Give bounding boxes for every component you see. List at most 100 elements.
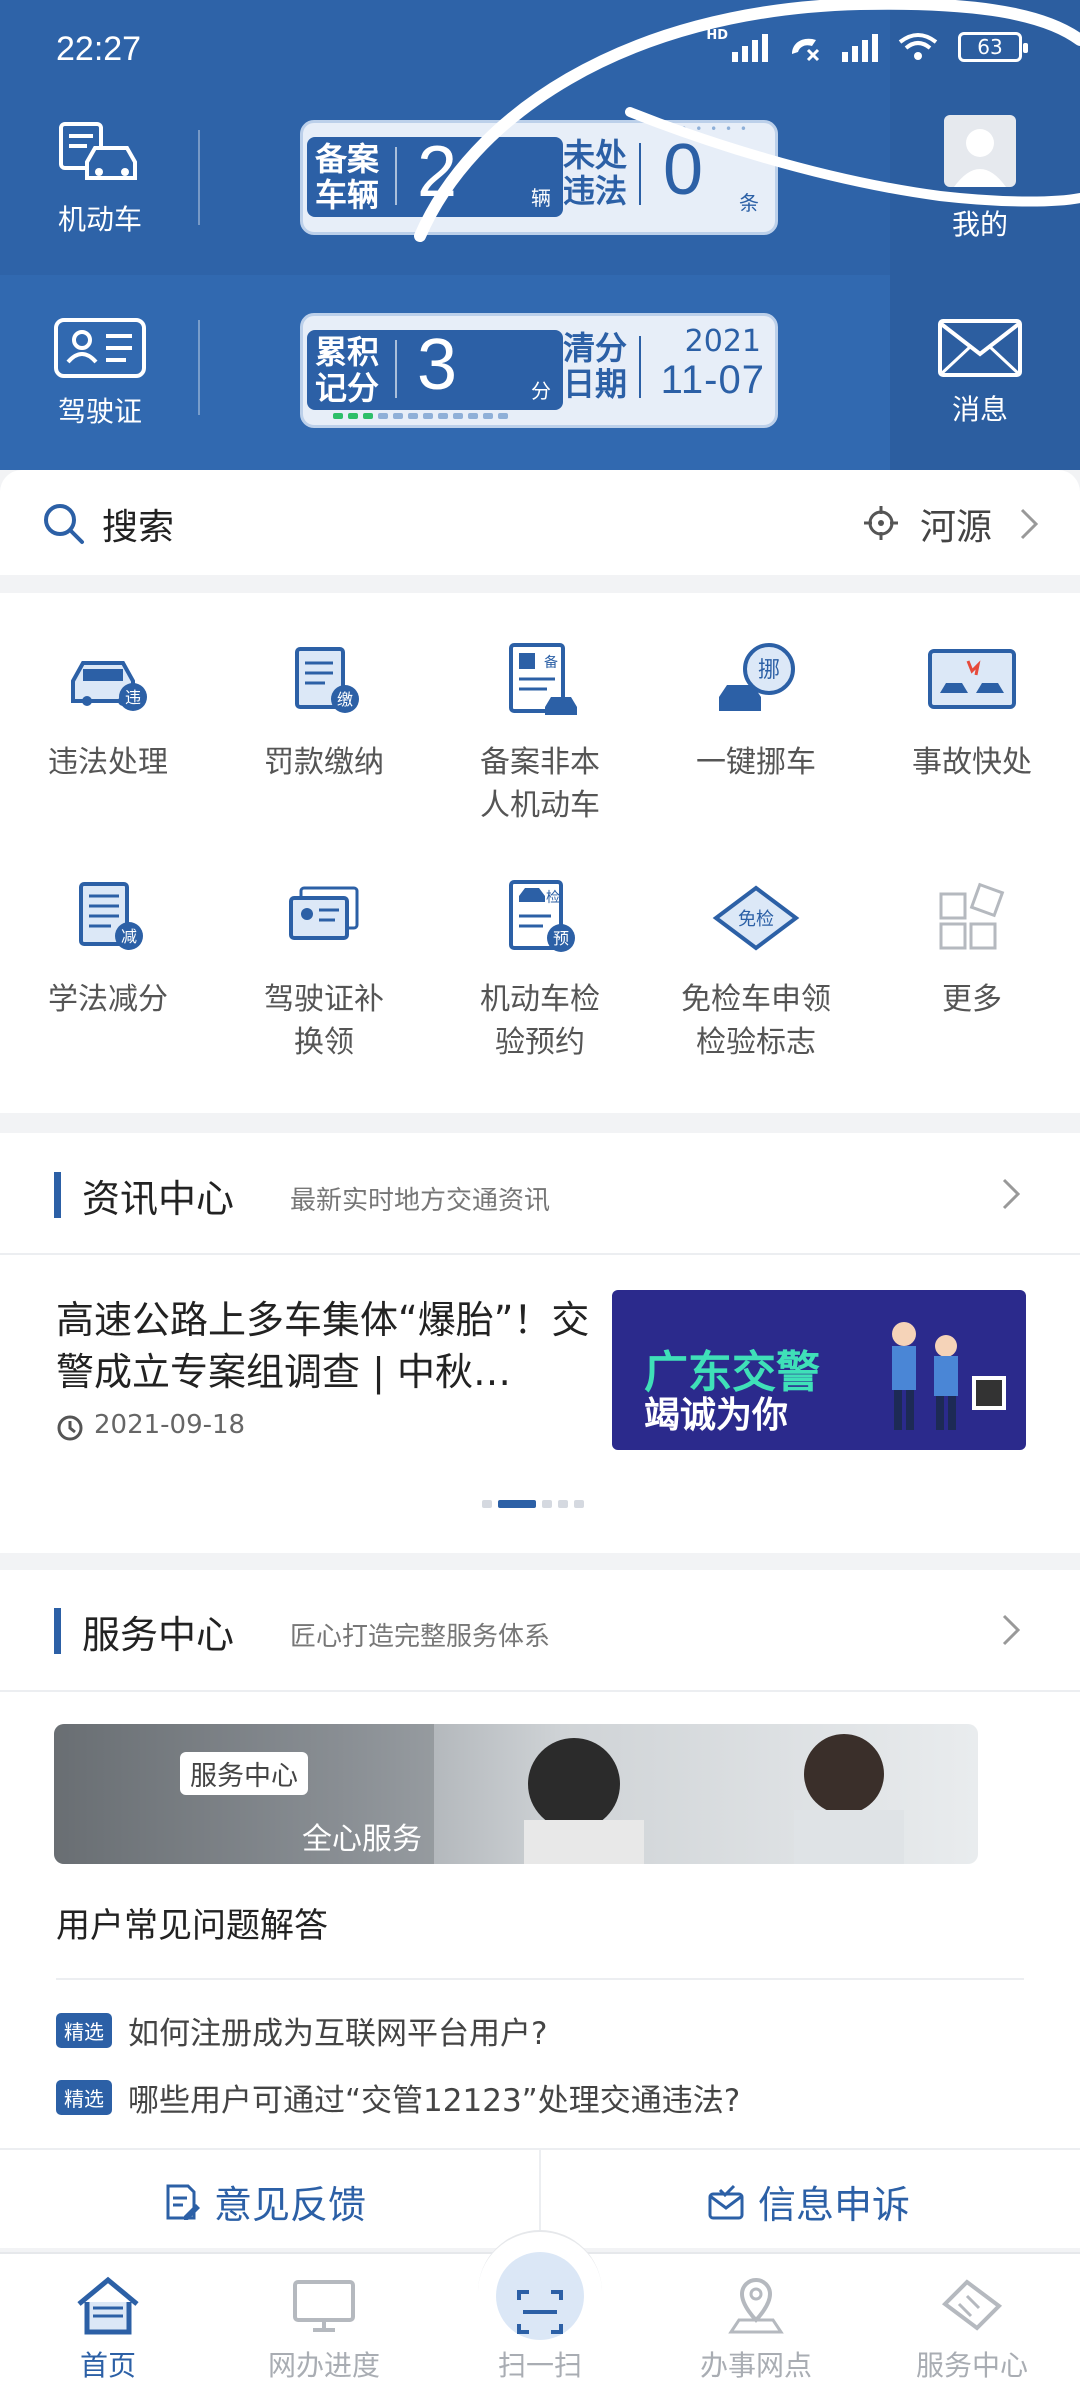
faq-question: 如何注册成为互联网平台用户? xyxy=(128,2016,548,2052)
nav-progress[interactable]: 网办进度 xyxy=(216,2274,432,2384)
unhandled-violations-label: 未处违法 xyxy=(563,136,628,210)
vehicle-button[interactable]: 机动车 xyxy=(20,118,180,238)
service-label: 一键挪车 xyxy=(696,745,816,780)
service-banner-line: 全心服务 xyxy=(302,1822,422,1857)
license-summary-plate[interactable]: 累积记分 3 分 清分日期 2021 11-07 xyxy=(300,313,778,428)
svg-text:检: 检 xyxy=(546,890,560,906)
faq-title: 用户常见问题解答 xyxy=(56,1906,328,1946)
appeal-label: 信息申诉 xyxy=(758,2183,911,2227)
svg-text:备: 备 xyxy=(544,654,558,671)
service-banner-tag: 服务中心 xyxy=(180,1752,308,1795)
service-label: 机动车检 验预约 xyxy=(480,982,600,1060)
license-renew-icon xyxy=(289,886,359,940)
avatar-icon xyxy=(954,129,1006,187)
svg-text:挪: 挪 xyxy=(758,658,780,683)
clock-icon xyxy=(57,1415,83,1441)
service-label: 更多 xyxy=(942,982,1002,1017)
nav-scan[interactable]: 扫一扫 xyxy=(432,2274,648,2384)
vehicle-summary-plate[interactable]: • • • • • • 备案车辆 2 辆 未处违法 0 条 xyxy=(300,120,778,235)
mail-icon xyxy=(938,319,1022,377)
chevron-right-icon[interactable] xyxy=(1000,1176,1022,1212)
service-more[interactable]: 更多 xyxy=(864,878,1080,1021)
status-bar: 22:27 HD 63 xyxy=(0,0,1080,105)
city-selector[interactable]: 河源 xyxy=(920,498,992,550)
move-car-icon: 挪 xyxy=(719,643,795,711)
svg-text:违: 违 xyxy=(125,688,141,707)
unhandled-violations-count: 0 xyxy=(663,130,704,210)
nav-home[interactable]: 首页 xyxy=(0,2274,216,2384)
svg-text:免检: 免检 xyxy=(738,909,774,930)
license-icon xyxy=(54,318,146,378)
status-icons: HD 63 xyxy=(706,28,1028,62)
fine-payment-icon: 缴 xyxy=(295,647,359,713)
more-icon xyxy=(939,882,1005,950)
chevron-right-icon xyxy=(1020,508,1039,540)
message-button[interactable]: 消息 xyxy=(902,318,1058,428)
service-label: 免检车申领 检验标志 xyxy=(681,982,831,1060)
featured-badge: 精选 xyxy=(56,2080,112,2115)
license-button[interactable]: 驾驶证 xyxy=(20,316,180,430)
news-title[interactable]: 资讯中心 xyxy=(82,1168,234,1223)
news-banner[interactable]: 广东交警 竭诚为你 xyxy=(612,1290,1026,1450)
faq-item[interactable]: 精选 哪些用户可通过“交管12123”处理交通违法? xyxy=(56,2075,740,2120)
faq-question: 哪些用户可通过“交管12123”处理交通违法? xyxy=(128,2083,741,2119)
divider xyxy=(639,143,641,205)
car-violation-icon: 违 xyxy=(71,661,147,711)
nav-label: 扫一扫 xyxy=(497,2349,582,2382)
service-exempt-inspection[interactable]: 免检 免检车申领 检验标志 xyxy=(648,878,864,1064)
police-illustration xyxy=(892,1322,1006,1430)
hd-badge: HD xyxy=(706,27,728,43)
license-label: 驾驶证 xyxy=(57,395,142,428)
service-license-renew[interactable]: 驾驶证补 换领 xyxy=(216,878,432,1064)
clear-date-year: 2021 xyxy=(684,324,761,359)
scan-icon xyxy=(517,2290,563,2334)
divider xyxy=(0,1253,1080,1255)
call-muted-icon xyxy=(792,38,820,62)
battery-icon: 63 xyxy=(958,32,1028,62)
svg-text:减: 减 xyxy=(121,927,137,946)
divider xyxy=(395,340,397,398)
service-accident[interactable]: 事故快处 xyxy=(864,641,1080,784)
service-inspection[interactable]: 检 预 机动车检 验预约 xyxy=(432,878,648,1064)
service-banner[interactable]: 服务中心 全心服务 xyxy=(54,1724,978,1864)
nav-service-center[interactable]: 服务中心 xyxy=(864,2274,1080,2384)
points-label: 累积记分 xyxy=(315,333,380,407)
service-move-car[interactable]: 挪 一键挪车 xyxy=(648,641,864,784)
signal-icon xyxy=(732,32,768,62)
service-study[interactable]: 减 学法减分 xyxy=(0,878,216,1021)
nav-label: 办事网点 xyxy=(699,2349,812,2382)
search-icon xyxy=(44,504,84,544)
points-progress xyxy=(333,413,508,419)
registered-vehicles-label: 备案车辆 xyxy=(315,140,380,214)
svg-text:预: 预 xyxy=(553,929,569,948)
divider xyxy=(198,320,200,415)
handshake-icon xyxy=(941,2279,1003,2331)
news-headline[interactable]: 高速公路上多车集体“爆胎”！交警成立专案组调查 | 中秋… xyxy=(56,1294,596,1398)
registered-vehicles-block: 备案车辆 2 辆 xyxy=(307,132,563,217)
featured-badge: 精选 xyxy=(56,2013,112,2048)
service-label: 罚款缴纳 xyxy=(264,745,384,780)
registered-vehicles-unit: 辆 xyxy=(531,186,551,210)
service-label: 驾驶证补 换领 xyxy=(264,982,384,1060)
nav-outlets[interactable]: 办事网点 xyxy=(648,2274,864,2384)
search-bar[interactable]: 搜索 河源 xyxy=(0,470,1080,575)
divider xyxy=(0,1690,1080,1692)
service-register-vehicle[interactable]: 备 备案非本 人机动车 xyxy=(432,641,648,827)
service-fine[interactable]: 缴 罚款缴纳 xyxy=(216,641,432,784)
news-date: 2021-09-18 xyxy=(94,1410,246,1440)
status-time: 22:27 xyxy=(56,30,142,68)
wifi-icon xyxy=(898,33,938,60)
service-center-subtitle: 匠心打造完整服务体系 xyxy=(290,1622,551,1652)
divider xyxy=(56,1978,1024,1980)
divider xyxy=(395,147,397,205)
register-vehicle-icon: 备 xyxy=(509,643,577,715)
search-placeholder: 搜索 xyxy=(102,507,175,548)
service-violation[interactable]: 违 违法处理 xyxy=(0,641,216,784)
feedback-button[interactable]: 意见反馈 xyxy=(162,2174,366,2229)
avatar[interactable] xyxy=(944,115,1016,187)
appeal-button[interactable]: 信息申诉 xyxy=(706,2174,910,2229)
faq-item[interactable]: 精选 如何注册成为互联网平台用户? xyxy=(56,2008,547,2053)
chevron-right-icon[interactable] xyxy=(1000,1612,1022,1648)
service-center-title[interactable]: 服务中心 xyxy=(82,1604,234,1659)
exempt-inspection-icon: 免检 xyxy=(712,885,800,951)
